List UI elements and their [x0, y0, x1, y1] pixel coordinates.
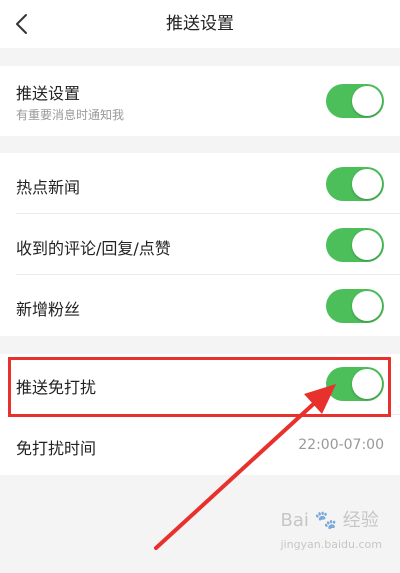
- comments-toggle[interactable]: [326, 228, 384, 262]
- watermark-suffix: 经验: [342, 510, 379, 531]
- watermark-text: Bai: [280, 510, 309, 531]
- navigation-bar: 推送设置: [0, 0, 400, 48]
- push-settings-screen: 推送设置 推送设置 有重要消息时通知我 热点新闻 收到的评论/回复/点赞 新增粉…: [0, 0, 400, 573]
- hot-news-row[interactable]: 热点新闻: [0, 153, 400, 214]
- comments-row[interactable]: 收到的评论/回复/点赞: [0, 214, 400, 275]
- chevron-left-icon: [16, 14, 27, 34]
- toggle-knob: [352, 291, 382, 321]
- do-not-disturb-row[interactable]: 推送免打扰: [0, 354, 400, 415]
- push-settings-toggle[interactable]: [326, 84, 384, 118]
- do-not-disturb-toggle[interactable]: [326, 367, 384, 401]
- push-settings-row[interactable]: 推送设置 有重要消息时通知我: [0, 66, 400, 136]
- toggle-knob: [352, 230, 382, 260]
- toggle-knob: [352, 86, 382, 116]
- do-not-disturb-label: 推送免打扰: [16, 378, 97, 397]
- watermark-url: jingyan.baidu.com: [280, 538, 382, 551]
- hot-news-toggle[interactable]: [326, 167, 384, 201]
- dnd-time-row[interactable]: 免打扰时间 22:00-07:00: [0, 415, 400, 475]
- new-fans-toggle[interactable]: [326, 289, 384, 323]
- push-settings-subtitle: 有重要消息时通知我: [16, 108, 125, 122]
- comments-label: 收到的评论/回复/点赞: [16, 239, 171, 258]
- page-title: 推送设置: [166, 14, 234, 34]
- new-fans-row[interactable]: 新增粉丝: [0, 275, 400, 336]
- toggle-knob: [352, 369, 382, 399]
- hot-news-label: 热点新闻: [16, 178, 81, 197]
- paw-icon: 🐾: [314, 510, 338, 531]
- toggle-knob: [352, 169, 382, 199]
- watermark: Bai 🐾 经验 jingyan.baidu.com: [280, 506, 382, 553]
- dnd-time-label: 免打扰时间: [16, 439, 97, 458]
- push-settings-label: 推送设置: [16, 84, 81, 103]
- new-fans-label: 新增粉丝: [16, 300, 81, 319]
- back-button[interactable]: [6, 6, 42, 42]
- dnd-time-value: 22:00-07:00: [298, 437, 384, 453]
